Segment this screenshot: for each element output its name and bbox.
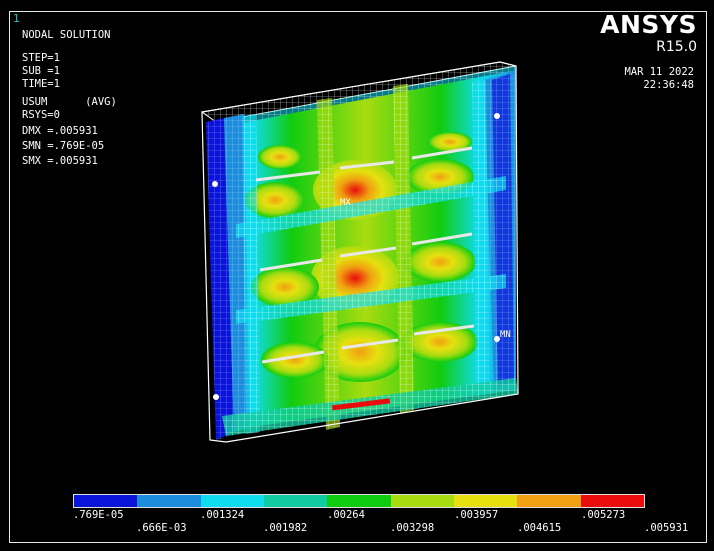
legend-swatch — [453, 495, 518, 507]
max-marker: MX — [340, 198, 351, 208]
legend-swatch — [327, 495, 391, 507]
legend-label: .769E-05 — [73, 509, 124, 521]
contour-plot[interactable]: MN MX — [10, 12, 706, 492]
legend-label: .666E-03 — [136, 522, 187, 534]
contour-right-mid — [404, 242, 476, 282]
legend-swatch — [580, 495, 644, 507]
contour-left-upper — [258, 145, 302, 169]
node-dot — [494, 113, 500, 119]
node-dot — [213, 394, 219, 400]
legend-swatch — [263, 495, 328, 507]
legend-swatch — [200, 495, 264, 507]
legend-label: .001982 — [263, 522, 308, 534]
legend-swatch — [137, 495, 201, 507]
legend-swatch — [74, 495, 138, 507]
node-dot — [212, 181, 218, 187]
legend-label: .001324 — [200, 509, 245, 521]
legend-label: .004615 — [517, 522, 562, 534]
legend-label: .005273 — [581, 509, 626, 521]
legend-label: .003957 — [454, 509, 499, 521]
legend-label: .005931 — [644, 522, 689, 534]
legend-swatch — [517, 495, 581, 507]
legend-swatch — [390, 495, 454, 507]
graphics-window[interactable]: 1 NODAL SOLUTION STEP=1 SUB =1 TIME=1 US… — [9, 11, 707, 543]
legend-label: .003298 — [390, 522, 435, 534]
legend-label: .00264 — [327, 509, 365, 521]
min-marker: MN — [500, 330, 511, 340]
contour-legend-bar — [73, 494, 645, 508]
